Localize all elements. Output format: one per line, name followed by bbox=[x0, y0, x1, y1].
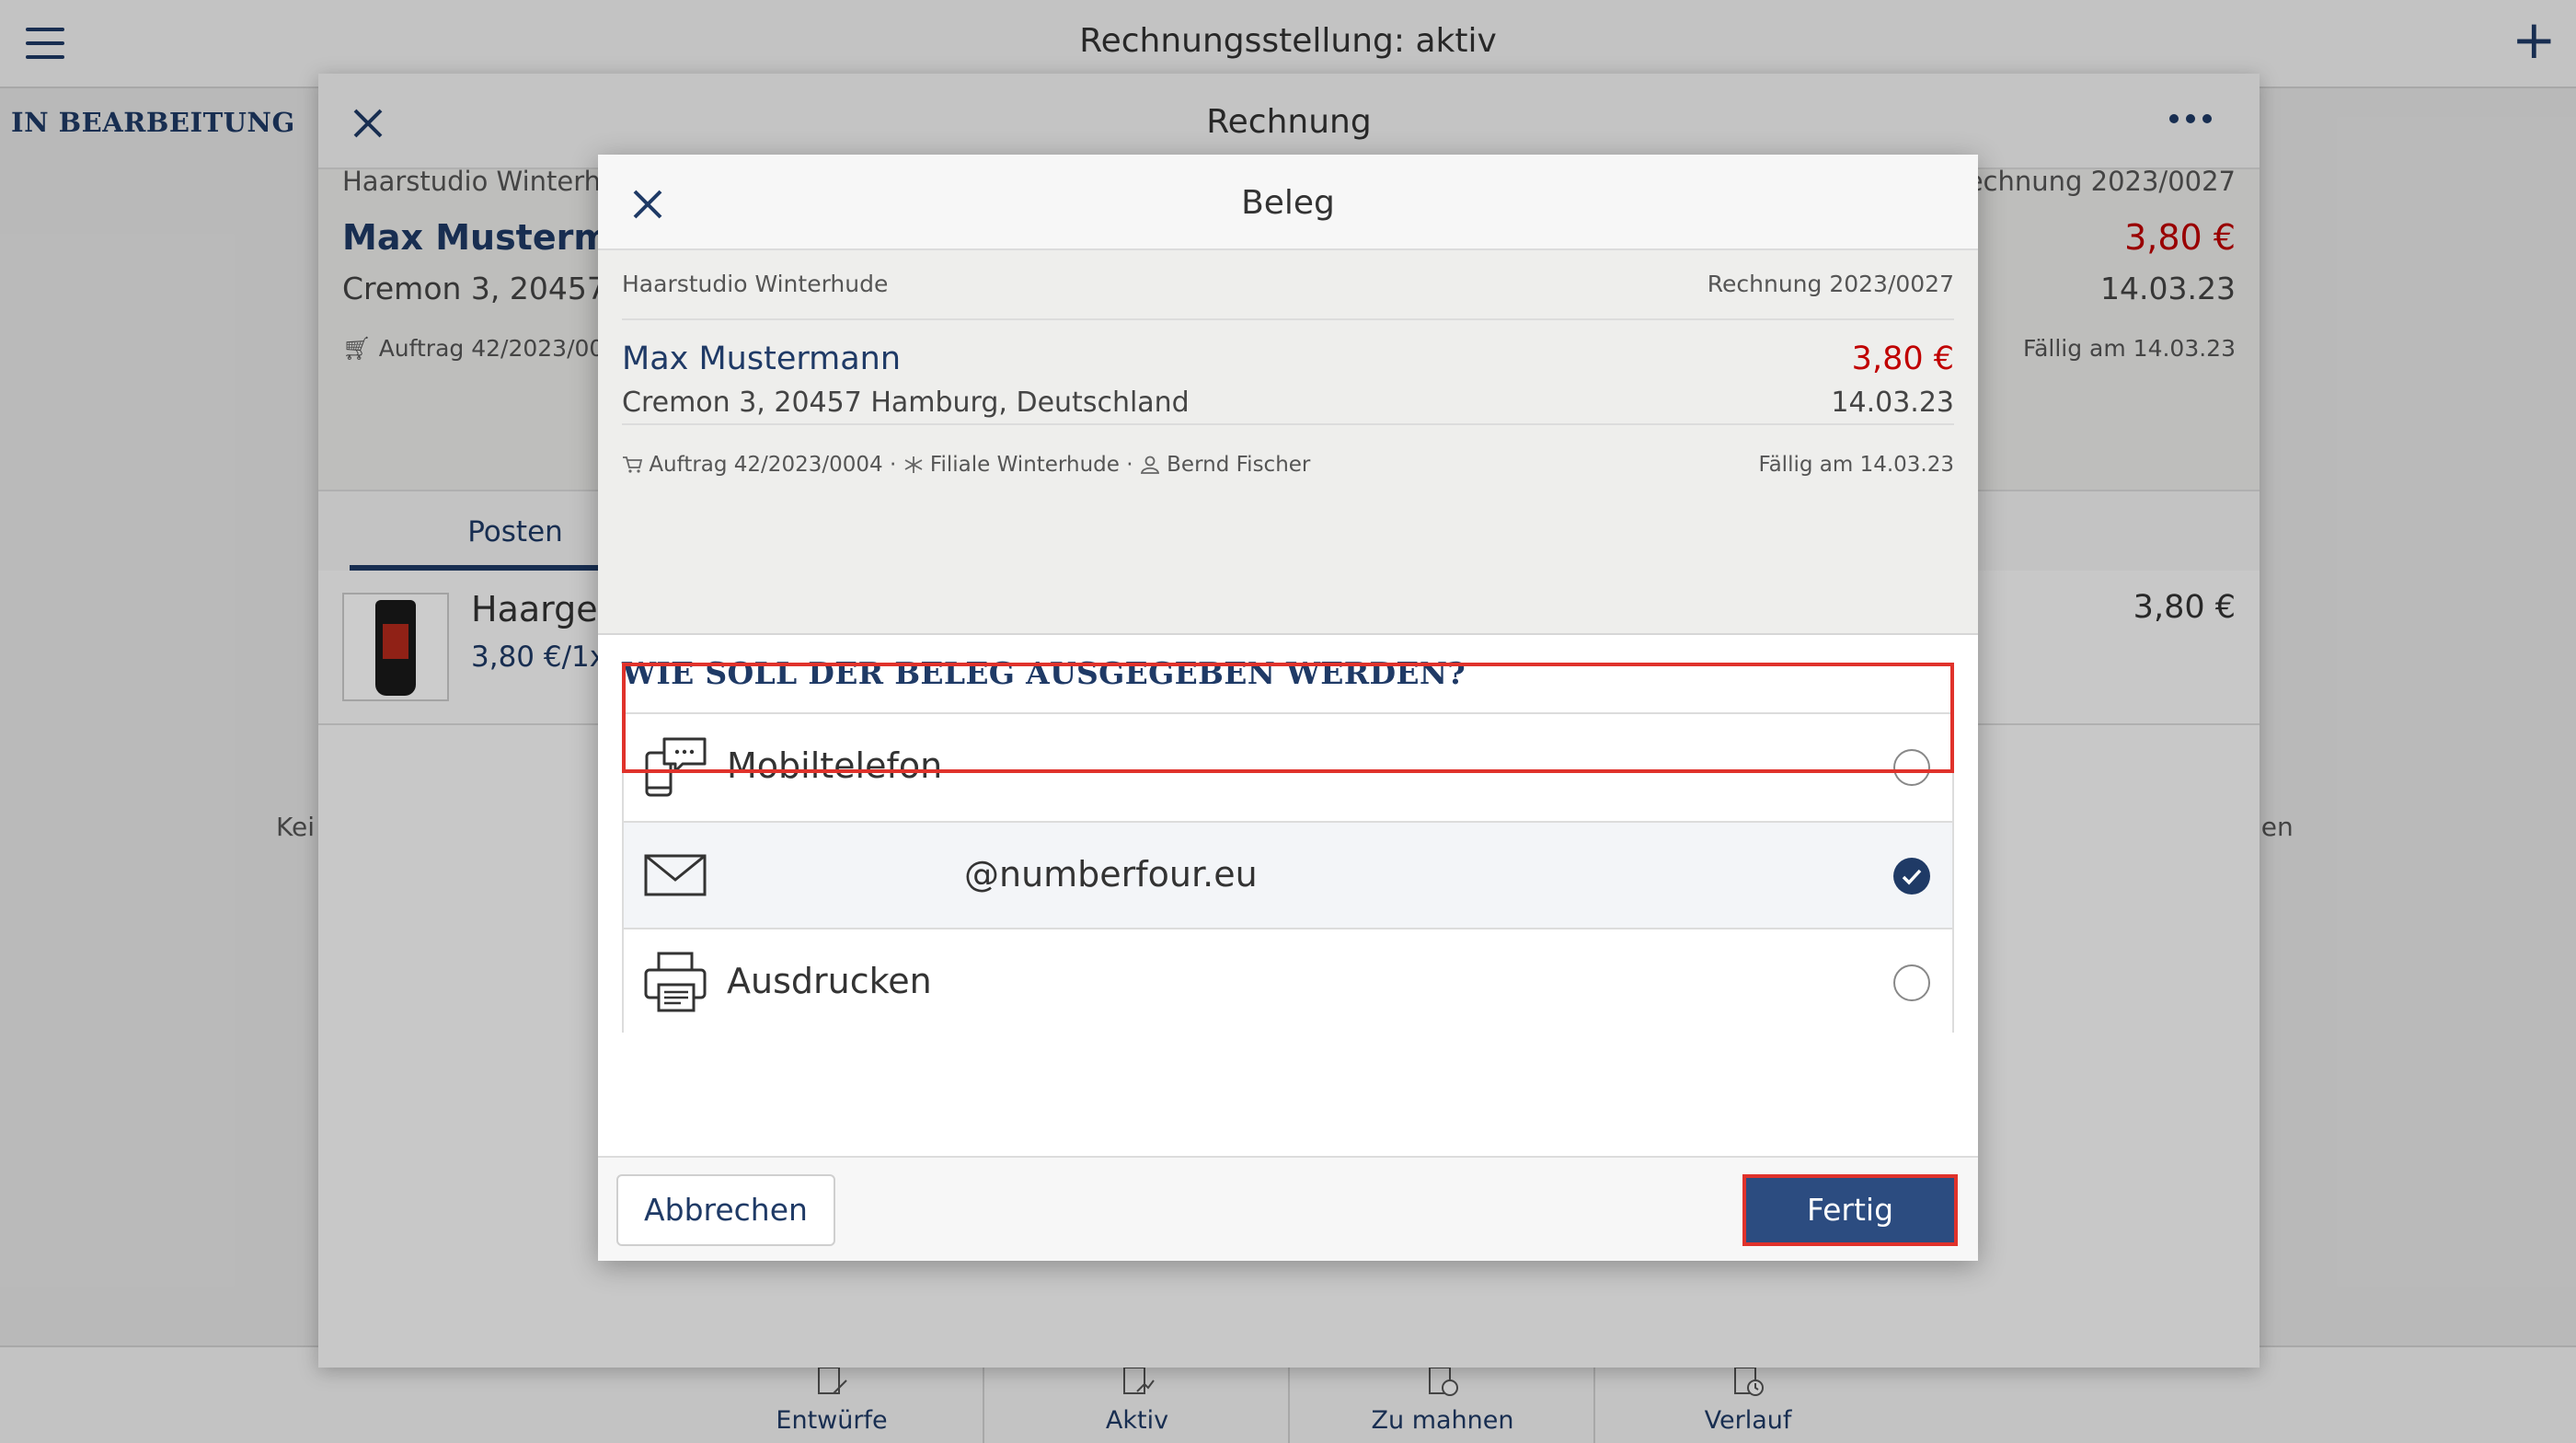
cart-icon bbox=[623, 456, 643, 473]
invoice-number: Rechnung 2023/0027 bbox=[1707, 271, 1954, 297]
employee-name: Bernd Fischer bbox=[1167, 453, 1311, 477]
option-mobile[interactable]: Mobiltelefon bbox=[624, 714, 1952, 821]
shop-name: Haarstudio Winterhude bbox=[622, 271, 889, 297]
output-options: Mobiltelefon @numberfour.eu Ausdrucken bbox=[622, 712, 1954, 1034]
radio-checked-icon[interactable] bbox=[1893, 858, 1930, 895]
output-question: WIE SOLL DER BELEG AUSGEGEBEN WERDEN? bbox=[622, 655, 1466, 691]
invoice-amount: 3,80 € bbox=[1851, 341, 1954, 377]
option-label: @numberfour.eu bbox=[964, 854, 1258, 895]
radio-unchecked[interactable] bbox=[1893, 749, 1930, 786]
branch-name: Filiale Winterhude bbox=[929, 453, 1120, 477]
mail-icon bbox=[644, 854, 707, 896]
option-email[interactable]: @numberfour.eu bbox=[624, 821, 1952, 928]
divider bbox=[622, 423, 1954, 425]
option-print[interactable]: Ausdrucken bbox=[624, 928, 1952, 1034]
radio-unchecked[interactable] bbox=[1893, 964, 1930, 1001]
order-meta: Auftrag 42/2023/0004 · Filiale Winterhud… bbox=[622, 453, 1310, 477]
done-button[interactable]: Fertig bbox=[1742, 1174, 1958, 1246]
option-label: Ausdrucken bbox=[727, 961, 932, 1001]
invoice-summary: Haarstudio Winterhude Rechnung 2023/0027… bbox=[598, 250, 1978, 635]
receipt-dialog: Beleg Haarstudio Winterhude Rechnung 202… bbox=[598, 155, 1978, 1261]
dialog-footer: Abbrechen Fertig bbox=[598, 1156, 1978, 1261]
mobile-message-icon bbox=[645, 737, 707, 797]
order-number: Auftrag 42/2023/0004 bbox=[649, 453, 883, 477]
user-icon bbox=[1140, 456, 1159, 474]
summary-header-row: Haarstudio Winterhude Rechnung 2023/0027 bbox=[622, 250, 1954, 320]
printer-icon bbox=[644, 952, 707, 1012]
due-date: Fällig am 14.03.23 bbox=[1758, 453, 1954, 477]
dialog-title: Beleg bbox=[1241, 184, 1335, 222]
customer-address: Cremon 3, 20457 Hamburg, Deutschland bbox=[622, 387, 1190, 419]
dialog-header: Beleg bbox=[598, 155, 1978, 250]
cancel-button[interactable]: Abbrechen bbox=[616, 1174, 835, 1246]
customer-name: Max Mustermann bbox=[622, 341, 902, 377]
invoice-date: 14.03.23 bbox=[1831, 387, 1954, 419]
branch-icon bbox=[904, 456, 923, 473]
option-label: Mobiltelefon bbox=[727, 745, 943, 786]
